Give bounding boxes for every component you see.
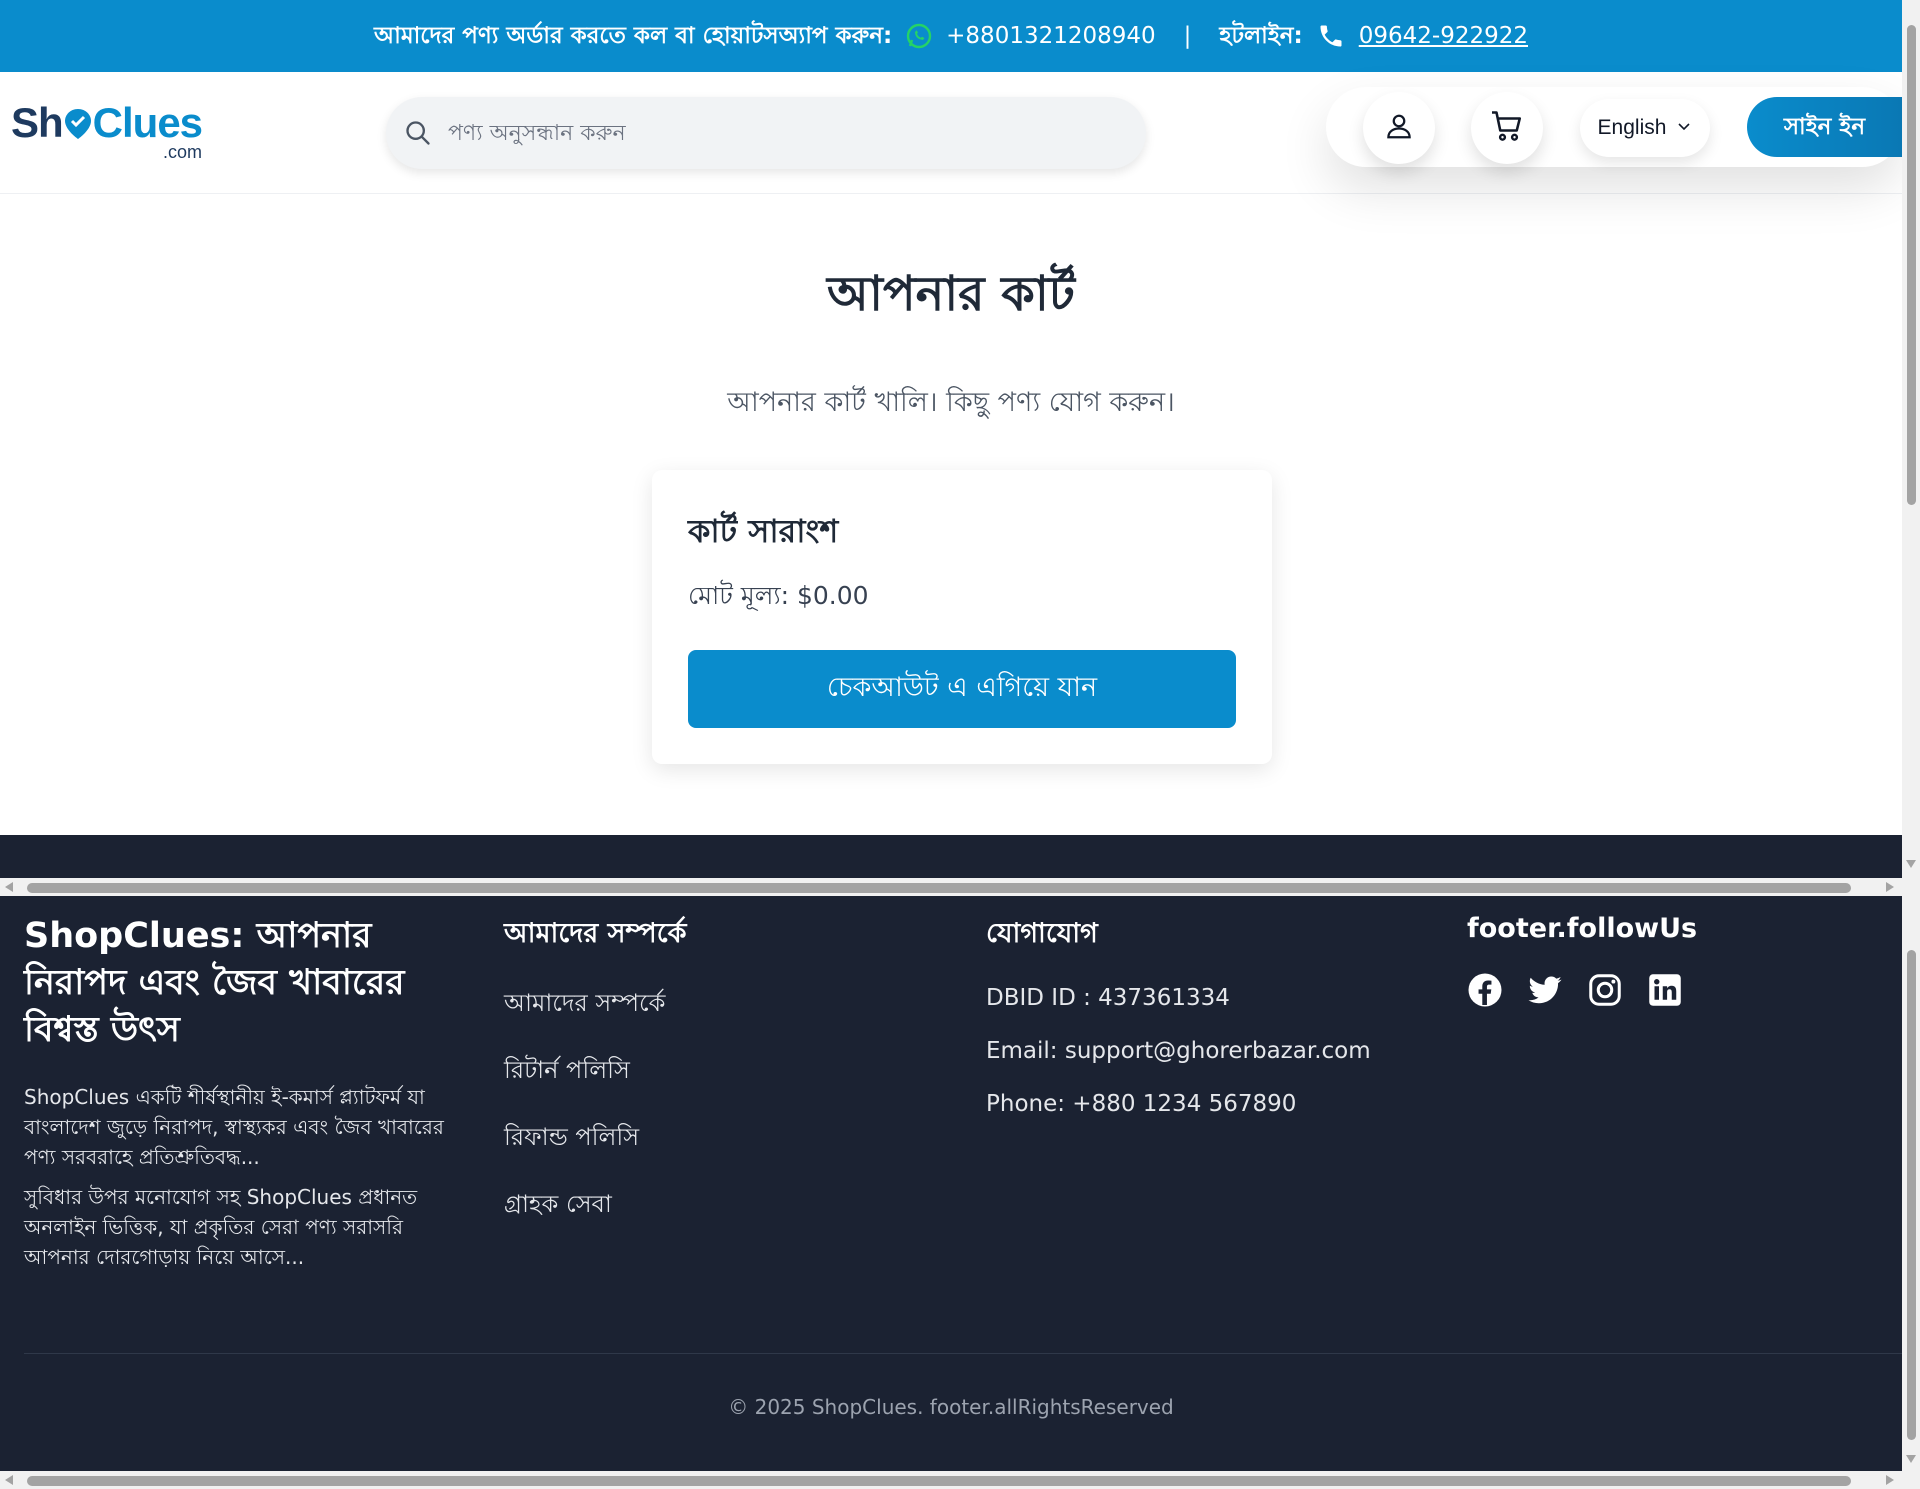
- scroll-left-arrow-icon-2[interactable]: [5, 1475, 13, 1485]
- topbar-separator: |: [1183, 23, 1192, 49]
- whatsapp-number[interactable]: +8801321208940: [946, 23, 1156, 49]
- scroll-right-arrow-icon[interactable]: [1886, 882, 1894, 892]
- linkedin-icon[interactable]: [1647, 972, 1683, 1008]
- sign-in-button[interactable]: সাইন ইন: [1747, 97, 1902, 157]
- hotline-label: হটলাইন:: [1219, 22, 1303, 49]
- footer-follow-column: footer.followUs: [1467, 913, 1697, 1008]
- hotline-number-link[interactable]: 09642-922922: [1359, 23, 1528, 49]
- vertical-scrollbar-thumb-2[interactable]: [1907, 950, 1916, 1440]
- search-input[interactable]: [448, 120, 1048, 146]
- scroll-left-arrow-icon[interactable]: [5, 882, 13, 892]
- order-call-text: আমাদের পণ্য অর্ডার করতে কল বা হোয়াটসঅ্য…: [373, 22, 893, 49]
- language-selector[interactable]: English: [1580, 99, 1710, 157]
- vertical-scrollbar[interactable]: [1902, 0, 1920, 1489]
- footer-link-refund-policy[interactable]: রিফান্ড পলিসি: [504, 1119, 686, 1159]
- page-title: আপনার কার্ট: [827, 266, 1075, 322]
- logo-suffix: .com: [163, 142, 203, 162]
- footer-brand-description: ShopClues একটি শীর্ষস্থানীয় ই-কমার্স প্…: [24, 1085, 444, 1169]
- footer-contact-column: যোগাযোগ DBID ID : 437361334 Email: suppo…: [986, 913, 1371, 1117]
- scroll-down-arrow-icon[interactable]: [1906, 860, 1916, 868]
- logo-text-sh: Sh: [11, 99, 64, 146]
- whatsapp-icon: [906, 23, 932, 49]
- scroll-down-arrow-icon-2[interactable]: [1906, 1455, 1916, 1463]
- facebook-icon[interactable]: [1467, 972, 1503, 1008]
- horizontal-scrollbar[interactable]: [0, 878, 1902, 896]
- footer-divider: [24, 1353, 1902, 1354]
- footer-brand-description-2: সুবিধার উপর মনোযোগ সহ ShopClues প্রধানত …: [24, 1185, 418, 1269]
- search-icon[interactable]: [404, 119, 432, 147]
- cart-total-price: মোট মূল্য: $0.00: [688, 581, 869, 610]
- user-account-button[interactable]: [1363, 92, 1435, 164]
- instagram-icon[interactable]: [1587, 972, 1623, 1008]
- cart-summary-card: কার্ট সারাংশ মোট মূল্য: $0.00 চেকআউট এ এ…: [652, 470, 1272, 764]
- empty-cart-message: আপনার কার্ট খালি। কিছু পণ্য যোগ করুন।: [727, 387, 1175, 418]
- footer-link-return-policy[interactable]: রিটার্ন পলিসি: [504, 1052, 686, 1092]
- site-footer: ShopClues: আপনার নিরাপদ এবং জৈব খাবারের …: [0, 835, 1902, 1471]
- scroll-right-arrow-icon-2[interactable]: [1886, 1475, 1894, 1485]
- language-selected: English: [1597, 116, 1667, 139]
- footer-link-about[interactable]: আমাদের সম্পর্কে: [504, 985, 686, 1025]
- footer-link-customer-service[interactable]: গ্রাহক সেবা: [504, 1186, 686, 1226]
- cart-summary-title: কার্ট সারাংশ: [688, 512, 839, 550]
- footer-about-heading: আমাদের সম্পর্কে: [504, 918, 687, 949]
- footer-phone[interactable]: Phone: +880 1234 567890: [986, 1091, 1371, 1117]
- vertical-scrollbar-thumb[interactable]: [1907, 25, 1916, 505]
- site-header: Sh Clues .com English সাইন ইন: [0, 72, 1902, 194]
- phone-icon: [1317, 22, 1345, 50]
- cart-icon: [1489, 108, 1525, 148]
- location-pin-icon: [63, 106, 93, 140]
- checkout-button[interactable]: চেকআউট এ এগিয়ে যান: [688, 650, 1236, 728]
- horizontal-scrollbar-thumb[interactable]: [27, 883, 1851, 893]
- footer-email[interactable]: Email: support@ghorerbazar.com: [986, 1038, 1371, 1064]
- footer-contact-heading: যোগাযোগ: [986, 918, 1098, 949]
- top-announcement-bar: আমাদের পণ্য অর্ডার করতে কল বা হোয়াটসঅ্য…: [0, 0, 1902, 72]
- footer-copyright: © 2025 ShopClues. footer.allRightsReserv…: [728, 1395, 1174, 1419]
- footer-brand-title: ShopClues: আপনার নিরাপদ এবং জৈব খাবারের …: [24, 916, 405, 1050]
- cart-button[interactable]: [1471, 92, 1543, 164]
- logo-text-clues: Clues: [92, 99, 203, 146]
- search-bar: [386, 97, 1146, 169]
- shopclues-logo[interactable]: Sh Clues .com: [11, 99, 203, 172]
- chevron-down-icon: [1676, 116, 1692, 140]
- horizontal-scrollbar-thumb-2[interactable]: [27, 1476, 1851, 1486]
- social-links: [1467, 972, 1697, 1008]
- user-icon: [1384, 111, 1414, 145]
- footer-follow-heading: footer.followUs: [1467, 913, 1698, 944]
- footer-brand-column: ShopClues: আপনার নিরাপদ এবং জৈব খাবারের …: [24, 913, 454, 1272]
- twitter-icon[interactable]: [1527, 972, 1563, 1008]
- footer-about-column: আমাদের সম্পর্কে আমাদের সম্পর্কে রিটার্ন …: [504, 913, 686, 1226]
- footer-dbid: DBID ID : 437361334: [986, 985, 1230, 1011]
- horizontal-scrollbar-2[interactable]: [0, 1471, 1902, 1489]
